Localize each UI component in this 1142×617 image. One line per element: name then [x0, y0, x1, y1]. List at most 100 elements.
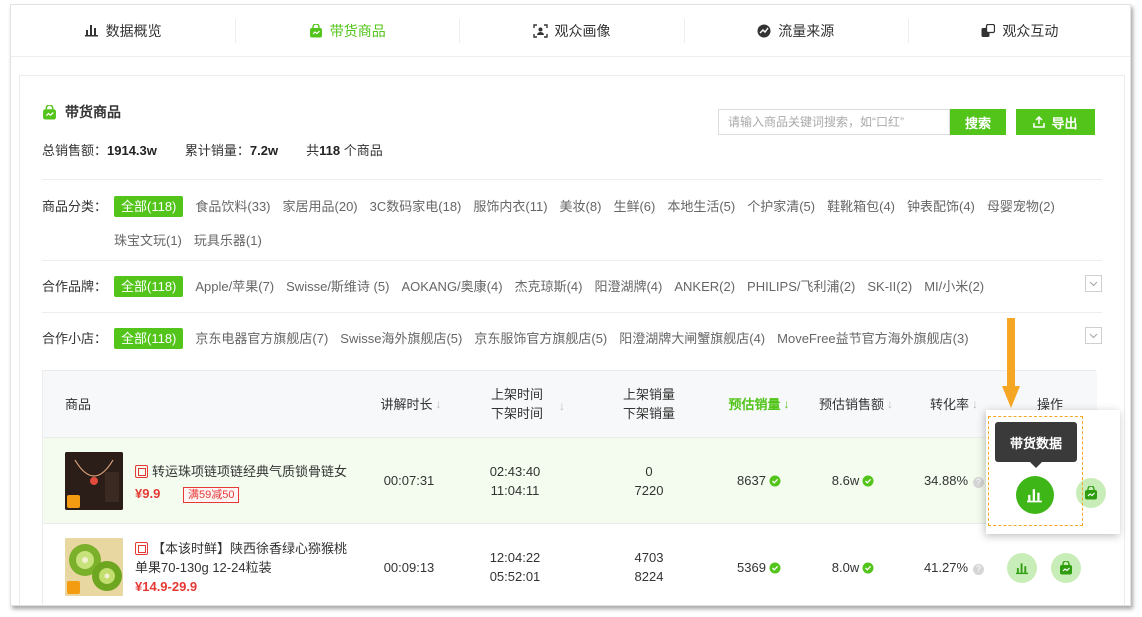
- filter-option[interactable]: 珠宝文玩(1): [114, 226, 182, 260]
- filter-option[interactable]: 京东服饰官方旗舰店(5): [474, 324, 607, 364]
- tab-label: 观众互动: [1002, 22, 1059, 39]
- filter-option[interactable]: 阳澄湖牌(4): [594, 272, 662, 312]
- bar-chart-icon: [84, 25, 98, 37]
- col-time[interactable]: 上架时间 下架时间: [475, 385, 559, 423]
- col-est-amount[interactable]: 预估销售额 ↓: [813, 395, 899, 414]
- filter-option[interactable]: SK-II(2): [867, 272, 912, 312]
- filter-option[interactable]: 全部(118): [114, 196, 184, 217]
- callout-arrow-icon: [1002, 318, 1020, 408]
- sales-data-button[interactable]: [1007, 553, 1037, 583]
- tab-audience-portrait[interactable]: 观众画像: [459, 5, 683, 56]
- time-on-value: 12:04:22: [489, 550, 541, 565]
- product-count: 共118 个商品: [306, 143, 383, 158]
- time-off-value: 05:52:01: [489, 569, 541, 584]
- est-sales-value: 8637: [719, 471, 799, 490]
- total-sales: 总销售额：1914.3w: [42, 143, 157, 158]
- top-tabs: 数据概览 带货商品 观众画像 流量来源 观众互动: [11, 5, 1130, 57]
- tab-label: 数据概览: [105, 22, 162, 39]
- expand-shop-button[interactable]: [1085, 327, 1102, 344]
- conversion-value: 41.27%?: [909, 558, 999, 577]
- filter-shop: 合作小店： 全部(118) 京东电器官方旗舰店(7) Swisse海外旗舰店(5) 京…: [42, 312, 1102, 364]
- filter-option[interactable]: 3C数码家电(18): [370, 192, 462, 226]
- shopping-bag-icon: [309, 23, 322, 37]
- sort-arrow-icon: ↓: [887, 397, 893, 411]
- filter-option[interactable]: 家居用品(20): [283, 192, 358, 226]
- bar-chart-icon: [1015, 562, 1028, 574]
- product-price: ¥14.9-29.9: [135, 579, 198, 594]
- chevron-down-icon: [1089, 281, 1098, 286]
- panel-header: 带货商品: [42, 102, 121, 122]
- col-duration[interactable]: 讲解时长 ↓: [373, 395, 449, 414]
- video-icon: [67, 495, 80, 508]
- verified-icon: [769, 562, 781, 574]
- time-on-value: 02:43:40: [489, 464, 541, 479]
- verified-icon: [769, 475, 781, 487]
- tab-traffic-source[interactable]: 流量来源: [683, 5, 908, 56]
- col-conversion[interactable]: 转化率 ↓: [919, 395, 989, 414]
- est-amount-value: 8.0w: [813, 558, 893, 577]
- export-label: 导出: [1051, 115, 1078, 131]
- filter-option[interactable]: 生鲜(6): [613, 192, 655, 226]
- filter-option[interactable]: 食品饮料(33): [195, 192, 270, 226]
- filter-option[interactable]: 美妆(8): [560, 192, 602, 226]
- filter-option[interactable]: PHILIPS/飞利浦(2): [747, 272, 855, 312]
- page-title-text: 带货商品: [65, 104, 121, 120]
- product-price: ¥9.9: [135, 486, 161, 501]
- filter-option[interactable]: 杰克琼斯(4): [515, 272, 583, 312]
- portrait-scan-icon: [532, 23, 548, 38]
- filter-option[interactable]: AOKANG/奥康(4): [401, 272, 502, 312]
- bar-chart-icon: [1027, 488, 1042, 502]
- filter-label: 合作小店：: [42, 331, 108, 346]
- tab-data-overview[interactable]: 数据概览: [11, 5, 235, 56]
- product-thumbnail[interactable]: [65, 452, 123, 510]
- total-volume: 累计销量：7.2w: [184, 143, 279, 158]
- filter-label: 合作品牌：: [42, 279, 108, 294]
- filter-options: 全部(118) 食品饮料(33) 家居用品(20) 3C数码家电(18) 服饰内衣(11…: [114, 192, 1102, 260]
- product-name[interactable]: 转运珠项链项链经典气质锁骨链女: [135, 462, 353, 481]
- search-input[interactable]: [718, 109, 950, 135]
- filter-option[interactable]: 母婴宠物(2): [987, 192, 1055, 226]
- filter-option[interactable]: 钟表配饰(4): [907, 192, 975, 226]
- filter-option[interactable]: 全部(118): [114, 328, 184, 349]
- tab-products[interactable]: 带货商品: [235, 5, 459, 56]
- tab-label: 带货商品: [329, 22, 386, 39]
- col-est-sales[interactable]: 预估销量 ↓: [723, 395, 795, 414]
- product-link-button[interactable]: [1051, 553, 1081, 583]
- tmall-icon: [135, 542, 148, 555]
- sales-data-button[interactable]: [1016, 476, 1054, 514]
- search-button[interactable]: 搜索: [950, 109, 1006, 135]
- filter-option[interactable]: 本地生活(5): [667, 192, 735, 226]
- filter-option[interactable]: 鞋靴箱包(4): [827, 192, 895, 226]
- sort-arrow-icon: ↓: [972, 397, 978, 411]
- tab-label: 流量来源: [778, 22, 835, 39]
- filter-option[interactable]: 京东电器官方旗舰店(7): [195, 324, 328, 364]
- filter-option[interactable]: MI/小米(2): [924, 272, 984, 312]
- col-sales-on-off: 上架销量 下架销量: [622, 387, 675, 421]
- duration-value: 00:09:13: [383, 560, 435, 575]
- filter-options: 全部(118) Apple/苹果(7) Swisse/斯维诗 (5) AOKANG/奥…: [114, 272, 1102, 312]
- filter-option[interactable]: 玩具乐器(1): [194, 226, 262, 260]
- product-thumbnail[interactable]: [65, 538, 123, 596]
- table-row[interactable]: 【本该时鲜】陕西徐香绿心猕猴桃单果70-130g 12-24粒装 ¥14.9-2…: [43, 524, 1097, 605]
- filter-option[interactable]: ANKER(2): [674, 272, 735, 312]
- help-icon[interactable]: ?: [973, 564, 985, 575]
- filter-option[interactable]: Apple/苹果(7): [195, 272, 274, 312]
- help-icon[interactable]: ?: [973, 477, 985, 488]
- filter-option[interactable]: 个护家清(5): [747, 192, 815, 226]
- filter-option[interactable]: Swisse海外旗舰店(5): [340, 324, 462, 364]
- filter-option[interactable]: MoveFree益节官方海外旗舰店(3): [777, 324, 968, 364]
- table-header: 商品 讲解时长 ↓ 上架时间 下架时间 ↓ 上架销量 下架销量 预估销量 ↓ 预估销售额…: [43, 371, 1097, 438]
- filter-option[interactable]: Swisse/斯维诗 (5): [286, 272, 389, 312]
- est-amount-value: 8.6w: [813, 471, 893, 490]
- tmall-icon: [135, 465, 148, 478]
- expand-brand-button[interactable]: [1085, 275, 1102, 292]
- export-icon: [1033, 116, 1046, 128]
- filter-option[interactable]: 阳澄湖牌大闸蟹旗舰店(4): [619, 324, 765, 364]
- tab-audience-interaction[interactable]: 观众互动: [907, 5, 1130, 56]
- product-name[interactable]: 【本该时鲜】陕西徐香绿心猕猴桃单果70-130g 12-24粒装: [135, 539, 353, 577]
- sales-off-value: 7220: [634, 483, 664, 498]
- filter-option[interactable]: 全部(118): [114, 276, 184, 297]
- table-row[interactable]: 转运珠项链项链经典气质锁骨链女 ¥9.9 满59减50 00:07:31 02:…: [43, 438, 1107, 524]
- export-button[interactable]: 导出: [1016, 109, 1095, 135]
- filter-option[interactable]: 服饰内衣(11): [473, 192, 547, 226]
